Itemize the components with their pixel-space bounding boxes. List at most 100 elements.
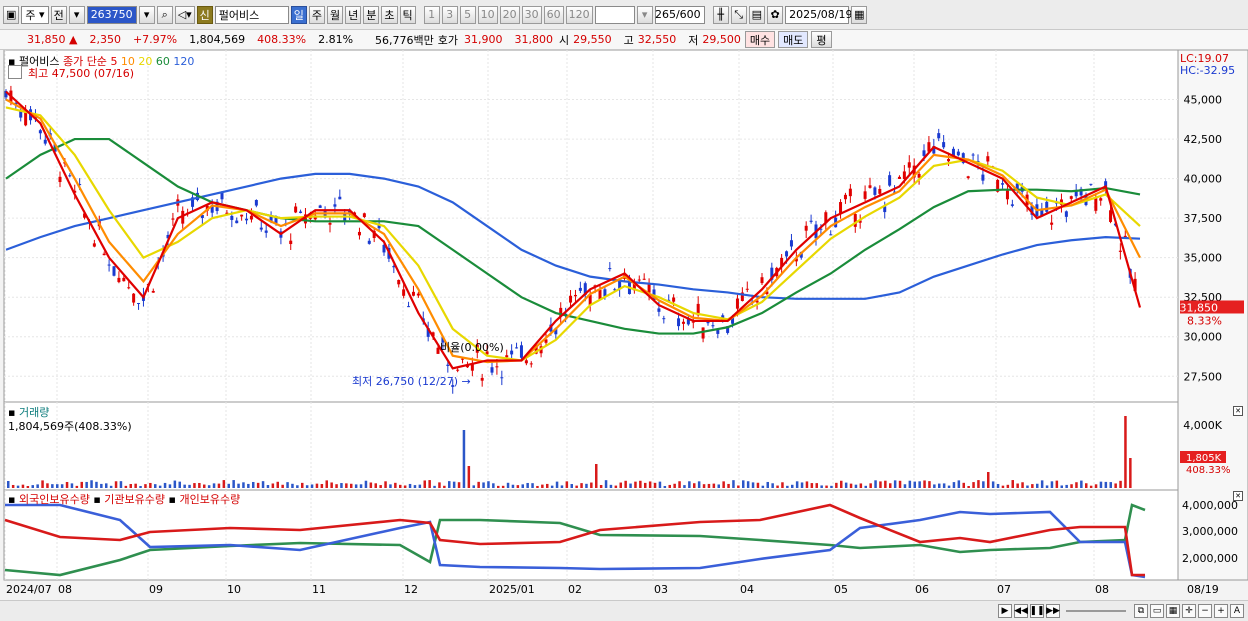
candle-icon[interactable]: ╫: [712, 5, 729, 24]
volume-bar: [1114, 483, 1117, 488]
tab-tick[interactable]: 틱: [399, 5, 416, 24]
avg-button[interactable]: 평: [811, 31, 832, 48]
interval-1[interactable]: 1: [423, 5, 440, 24]
interval-3[interactable]: 3: [441, 5, 458, 24]
candle-body: [132, 293, 136, 303]
zoom-in-icon[interactable]: +: [1214, 604, 1228, 618]
interval-120[interactable]: 120: [565, 5, 593, 24]
volume-bar: [795, 481, 799, 488]
forward-icon[interactable]: ▶▶: [1046, 604, 1060, 618]
volume-bar: [482, 482, 485, 488]
tab-year[interactable]: 년: [345, 5, 362, 24]
crosshair-icon[interactable]: ✛: [1182, 604, 1196, 618]
tab-week[interactable]: 주: [308, 5, 326, 24]
candle-body: [1001, 183, 1005, 185]
x-tick-label: 12: [404, 583, 418, 596]
volume-bar: [786, 485, 789, 488]
candle-body: [299, 211, 303, 213]
candle-body: [122, 277, 126, 282]
zoom-out-icon[interactable]: −: [1198, 604, 1212, 618]
volume-bar: [996, 483, 1000, 488]
holdings-tick-label: 2,000,000: [1182, 552, 1238, 565]
save-icon[interactable]: ▤: [748, 5, 766, 24]
draw-icon[interactable]: ⤡: [730, 5, 747, 24]
window-icon[interactable]: ▣: [3, 5, 20, 24]
volume-bar: [982, 481, 985, 488]
volume-bar: [595, 464, 598, 488]
volume-bar: [247, 483, 250, 488]
rewind-icon[interactable]: ◀◀: [1014, 604, 1028, 618]
volume-bar: [1070, 484, 1073, 488]
candle-body: [1094, 197, 1098, 211]
volume-bar: [599, 485, 603, 488]
chevron-down-icon[interactable]: ▾: [636, 5, 653, 24]
close-icon[interactable]: ✕: [1233, 491, 1243, 501]
volume-bar: [291, 483, 294, 488]
interval-60[interactable]: 60: [543, 5, 564, 24]
x-tick-label: 05: [834, 583, 848, 596]
buy-button[interactable]: 매수: [744, 31, 776, 48]
close-icon[interactable]: ✕: [1233, 406, 1243, 416]
zoom-slider[interactable]: [1066, 610, 1126, 612]
ask-price: 31,900: [464, 33, 503, 46]
candle-body: [573, 294, 577, 297]
count-input[interactable]: 265/600: [654, 5, 705, 24]
volume-bar: [526, 482, 529, 488]
candle-body: [672, 297, 676, 302]
chart-svg[interactable]: 45,00042,50040,00037,50035,00032,50030,0…: [0, 49, 1248, 600]
volume-bar: [977, 480, 980, 488]
volume-bar: [1001, 485, 1005, 488]
chart-area[interactable]: 45,000 42,500 40,000 37,500 35,000 32,500 30,0…: [0, 49, 1248, 600]
interval-20[interactable]: 20: [499, 5, 520, 24]
speaker-icon[interactable]: ◁▾: [174, 5, 195, 24]
expand-icon[interactable]: [8, 65, 22, 79]
volume-bar: [1085, 483, 1088, 488]
font-icon[interactable]: A: [1230, 604, 1244, 618]
x-tick-label: 06: [915, 583, 929, 596]
calendar-icon[interactable]: ▦: [851, 5, 868, 24]
tab-second[interactable]: 초: [381, 5, 398, 24]
candle-body: [500, 377, 504, 379]
tab-minute[interactable]: 분: [363, 5, 380, 24]
copy-icon[interactable]: ⧉: [1134, 604, 1148, 618]
window-icon[interactable]: ▭: [1150, 604, 1164, 618]
custom-interval-input[interactable]: [594, 5, 635, 24]
candle-body: [519, 345, 523, 358]
volume-bar: [217, 483, 221, 488]
candle-body: [264, 230, 268, 233]
stock-code-input[interactable]: 263750: [86, 5, 137, 24]
volume-bar: [271, 483, 275, 488]
volume-bar: [639, 480, 642, 488]
candle-body: [878, 188, 882, 194]
grid-icon[interactable]: ▦: [1166, 604, 1180, 618]
volume-bar: [634, 481, 637, 488]
stock-name-field[interactable]: 펄어비스: [214, 5, 289, 24]
volume-bar: [1080, 480, 1083, 488]
volume-bar: [864, 485, 867, 488]
candle-body: [907, 162, 911, 168]
volume-bar: [1109, 482, 1112, 488]
play-icon[interactable]: ▶: [998, 604, 1012, 618]
interval-5[interactable]: 5: [459, 5, 476, 24]
sell-button[interactable]: 매도: [778, 31, 809, 48]
low-note-text: 최저 26,750 (12/27): [352, 375, 459, 388]
volume-bar: [1075, 482, 1078, 488]
tab-day[interactable]: 일: [290, 5, 307, 24]
volume-bar: [541, 484, 544, 488]
search-icon[interactable]: ⌕: [156, 5, 173, 24]
volume-bar: [761, 485, 765, 488]
gear-icon[interactable]: ✿: [767, 5, 784, 24]
date-input[interactable]: 2025/08/19: [785, 5, 852, 24]
chevron-down-icon[interactable]: ▾: [68, 5, 85, 24]
interval-30[interactable]: 30: [521, 5, 542, 24]
interval-10[interactable]: 10: [477, 5, 498, 24]
pause-icon[interactable]: ❚❚: [1029, 604, 1045, 618]
volume-bar: [237, 483, 240, 488]
volume-bar: [477, 481, 480, 488]
tab-month[interactable]: 월: [327, 5, 344, 24]
period-select[interactable]: 주 ▾: [21, 5, 49, 24]
dropdown-icon[interactable]: ▾: [138, 5, 155, 24]
prev-button[interactable]: 전: [50, 5, 67, 24]
volume-bar: [722, 481, 725, 488]
candle-body: [716, 330, 720, 334]
